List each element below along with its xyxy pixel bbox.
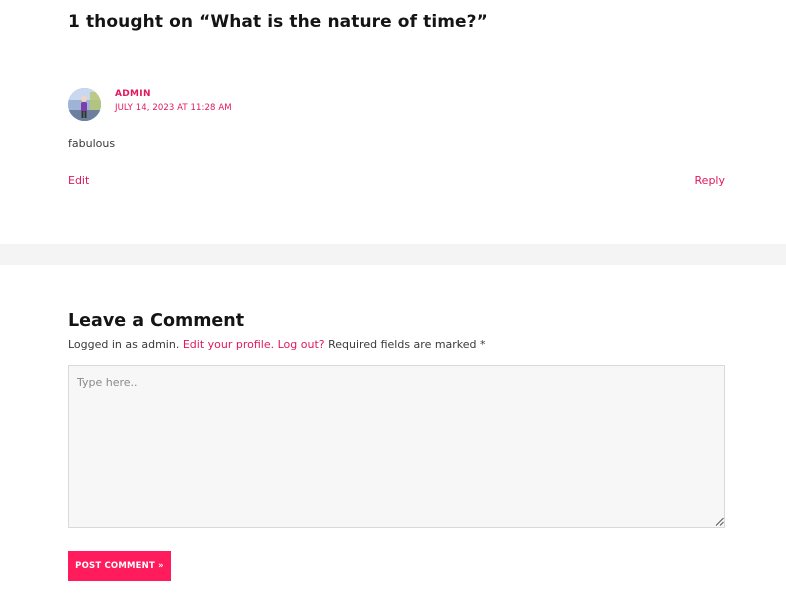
comment-textarea[interactable] xyxy=(68,365,725,528)
page: 1 thought on “What is the nature of time… xyxy=(0,0,786,604)
edit-profile-link[interactable]: Edit your profile. xyxy=(183,338,274,351)
comment-text: fabulous xyxy=(68,137,116,150)
logged-in-text: Logged in as admin. xyxy=(68,338,180,351)
avatar xyxy=(68,88,101,121)
section-divider xyxy=(0,244,786,265)
comments-title: 1 thought on “What is the nature of time… xyxy=(68,12,488,32)
required-note: Required fields are marked * xyxy=(328,338,486,351)
comment-date[interactable]: JULY 14, 2023 AT 11:28 AM xyxy=(115,103,232,113)
avatar-photo-icon xyxy=(68,88,101,121)
logout-link[interactable]: Log out? xyxy=(278,338,325,351)
post-comment-button[interactable]: POST COMMENT » xyxy=(68,551,171,581)
resize-grip-icon[interactable] xyxy=(715,517,724,526)
reply-link[interactable]: Reply xyxy=(695,174,725,187)
edit-comment-link[interactable]: Edit xyxy=(68,174,89,187)
logged-in-notice: Logged in as admin. Edit your profile. L… xyxy=(68,338,486,351)
comment-author[interactable]: ADMIN xyxy=(115,89,151,99)
reply-title: Leave a Comment xyxy=(68,311,245,331)
